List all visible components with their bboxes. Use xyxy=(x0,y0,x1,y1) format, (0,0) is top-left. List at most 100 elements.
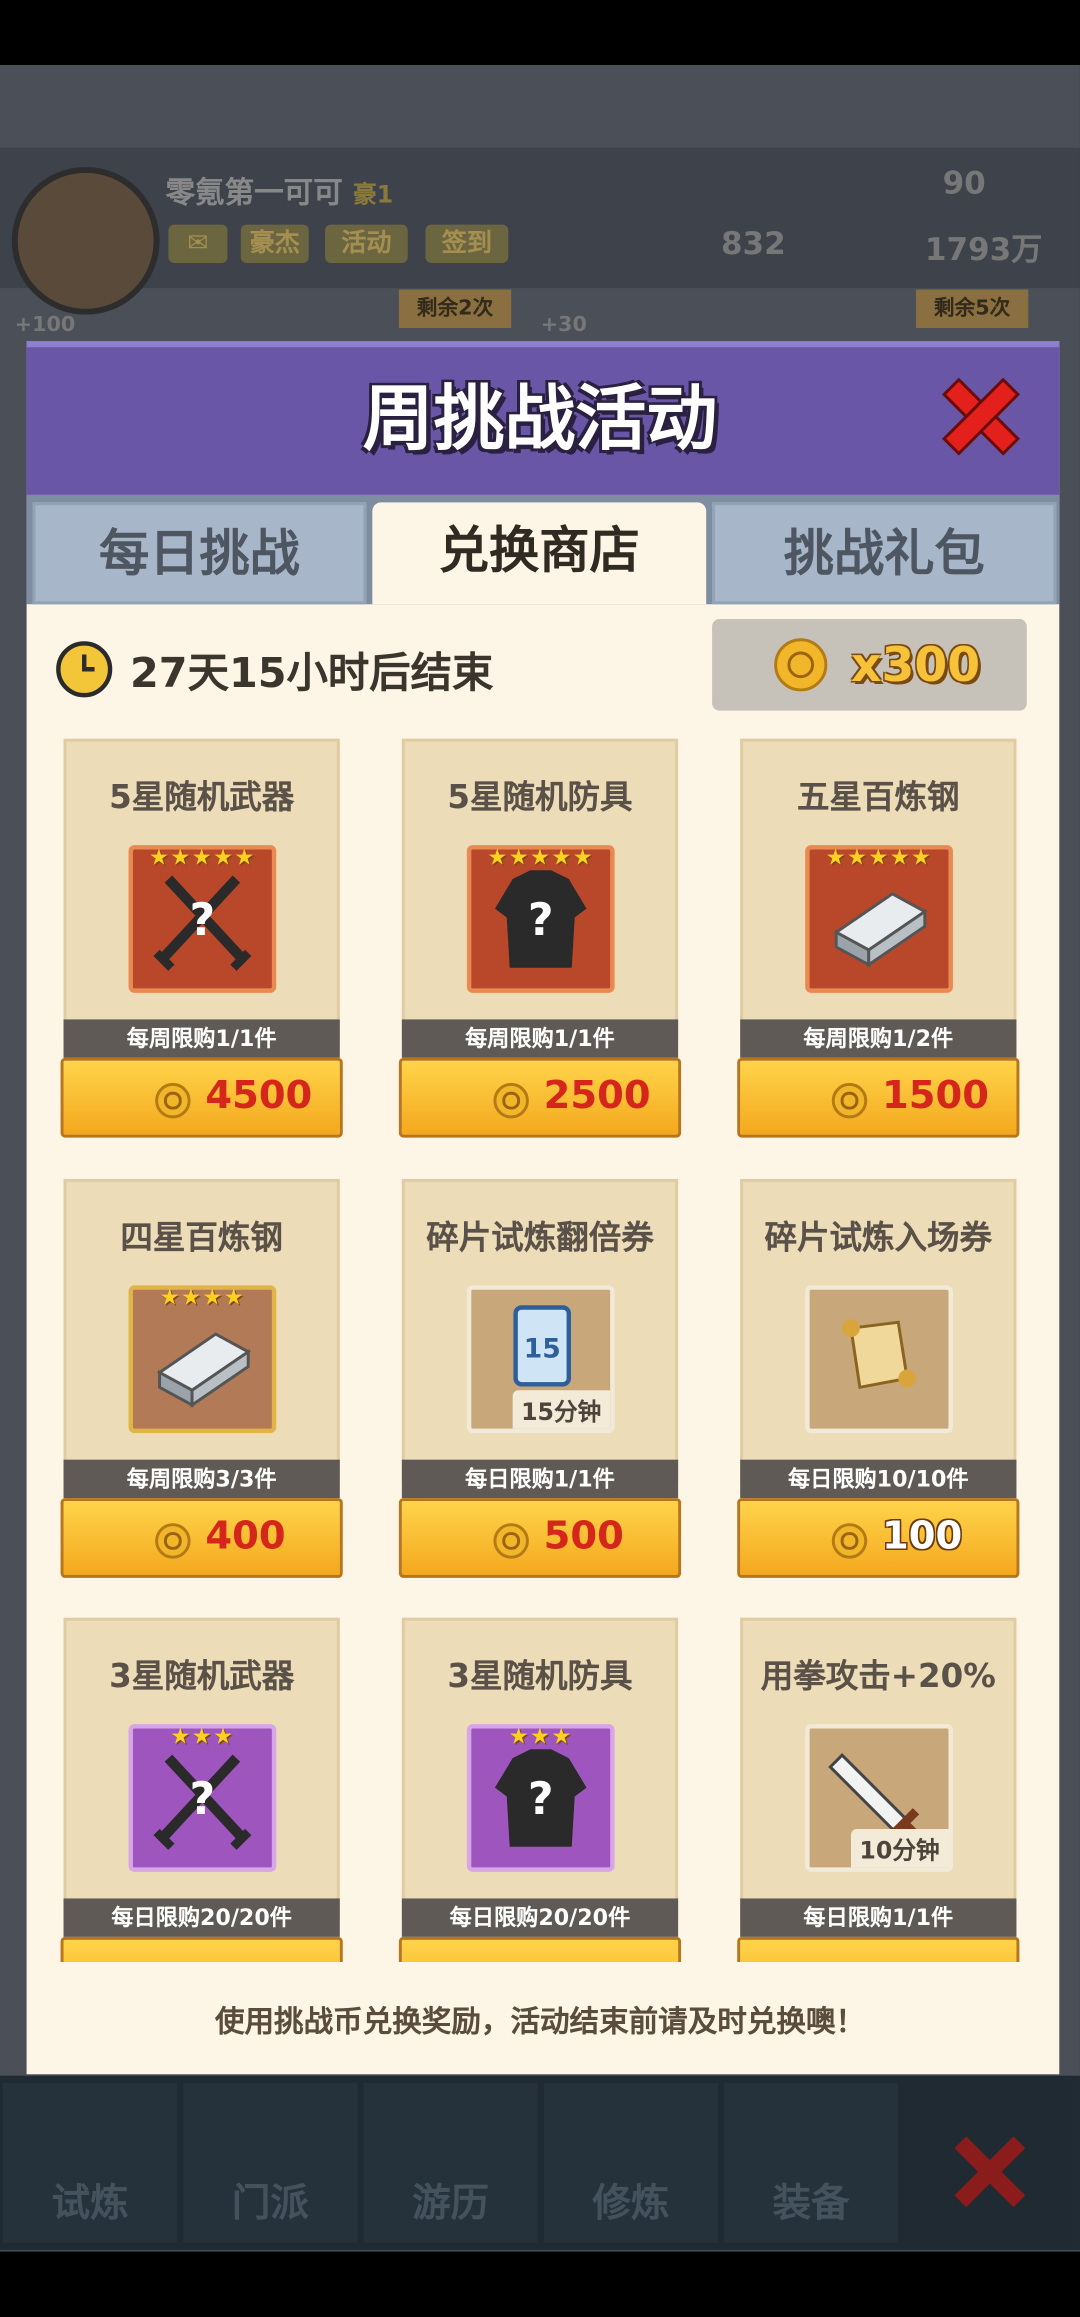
bonus-left: +100 xyxy=(15,313,76,337)
buy-button[interactable]: 100 xyxy=(737,1498,1019,1578)
steel-ingot-icon: ★★★★ xyxy=(129,1285,277,1433)
purchase-limit: 每日限购20/20件 xyxy=(402,1898,678,1936)
signin-button: 签到 xyxy=(425,225,508,263)
shop-item-card[interactable]: 3星随机防具?★★★每日限购20/20件 xyxy=(399,1618,681,1962)
armor-question-icon: ? ★★★ xyxy=(467,1724,615,1872)
buy-button[interactable]: 2500 xyxy=(399,1058,681,1138)
crossed-swords-question-icon: ? ★★★ xyxy=(129,1724,277,1872)
shop-item-card[interactable]: 碎片试炼入场券每日限购10/10件 100 xyxy=(737,1179,1019,1581)
shop-item-card[interactable]: 5星随机防具? ★★★★★ 每周限购1/1件 2500 xyxy=(399,739,681,1141)
star-rating: ★★★★★ xyxy=(471,844,610,871)
scroll-ticket-icon xyxy=(805,1285,953,1433)
coin-balance: x300 xyxy=(851,637,980,693)
nav-travel: 游历 xyxy=(363,2083,537,2243)
purchase-limit: 每日限购20/20件 xyxy=(64,1898,340,1936)
star-rating: ★★★★★ xyxy=(133,844,272,871)
svg-text:15: 15 xyxy=(524,1334,561,1365)
buy-button[interactable]: 500 xyxy=(399,1498,681,1578)
purchase-limit: 每周限购1/2件 xyxy=(740,1019,1016,1057)
item-name: 四星百炼钢 xyxy=(61,1211,343,1258)
svg-text:?: ? xyxy=(190,1774,216,1825)
remaining-right: 剩余5次 xyxy=(916,290,1028,328)
tab-challenge-pack[interactable]: 挑战礼包 xyxy=(712,502,1056,604)
purchase-limit: 每日限购1/1件 xyxy=(402,1460,678,1498)
star-rating: ★★★★ xyxy=(133,1284,272,1311)
hero-button: 豪杰 xyxy=(241,225,309,263)
shop-item-card[interactable]: 五星百炼钢 ★★★★★ 每周限购1/2件 1500 xyxy=(737,739,1019,1141)
shop-grid: 5星随机武器? ★★★★★ 每周限购1/1件 4500 5星随机防具? ★★★★★ 每周限购… xyxy=(27,724,1060,1962)
svg-text:?: ? xyxy=(190,895,216,946)
buy-button[interactable] xyxy=(399,1937,681,1962)
item-price: 500 xyxy=(544,1514,624,1558)
remaining-left: 剩余2次 xyxy=(399,290,511,328)
shop-item-card[interactable]: 碎片试炼翻倍券 15 15分钟每日限购1/1件 500 xyxy=(399,1179,681,1581)
challenge-coin-icon xyxy=(493,1083,528,1118)
item-duration: 10分钟 xyxy=(851,1829,949,1867)
item-price: 2500 xyxy=(544,1074,651,1118)
challenge-coin-icon xyxy=(774,638,827,691)
buy-button[interactable] xyxy=(61,1937,343,1962)
footer-hint: 使用挑战币兑换奖励，活动结束前请及时兑换噢！ xyxy=(0,1997,1080,2040)
bonus-mid: +30 xyxy=(541,313,587,337)
item-price: 400 xyxy=(205,1514,285,1558)
challenge-coin-icon xyxy=(832,1083,867,1118)
item-price: 1500 xyxy=(882,1074,989,1118)
nav-equipment: 装备 xyxy=(724,2083,898,2243)
star-rating: ★★★ xyxy=(471,1723,610,1750)
double-ticket-icon: 15 15分钟 xyxy=(467,1285,615,1433)
mail-icon: ✉ xyxy=(168,225,227,263)
event-timer: 27天15小时后结束 xyxy=(130,641,493,700)
buy-button[interactable]: 1500 xyxy=(737,1058,1019,1138)
tab-daily-challenge[interactable]: 每日挑战 xyxy=(33,502,367,604)
shop-item-card[interactable]: 5星随机武器? ★★★★★ 每周限购1/1件 4500 xyxy=(61,739,343,1141)
player-bar xyxy=(0,148,1080,288)
purchase-limit: 每日限购1/1件 xyxy=(740,1898,1016,1936)
purchase-limit: 每周限购1/1件 xyxy=(402,1019,678,1057)
crossed-swords-question-icon: ? ★★★★★ xyxy=(129,845,277,993)
challenge-coin-icon xyxy=(493,1523,528,1558)
buy-button[interactable]: 4500 xyxy=(61,1058,343,1138)
item-name: 5星随机防具 xyxy=(399,771,681,818)
shop-item-card[interactable]: 四星百炼钢 ★★★★ 每周限购3/3件 400 xyxy=(61,1179,343,1581)
close-icon[interactable] xyxy=(938,374,1024,460)
buy-button[interactable]: 400 xyxy=(61,1498,343,1578)
nav-close-icon xyxy=(946,2127,1035,2216)
item-name: 3星随机武器 xyxy=(61,1650,343,1697)
item-name: 五星百炼钢 xyxy=(737,771,1019,818)
nav-cultivate: 修炼 xyxy=(544,2083,718,2243)
challenge-coin-icon xyxy=(832,1523,867,1558)
item-duration: 15分钟 xyxy=(512,1390,610,1428)
purchase-limit: 每周限购3/3件 xyxy=(64,1460,340,1498)
purchase-limit: 每周限购1/1件 xyxy=(64,1019,340,1057)
avatar xyxy=(12,167,160,315)
item-price: 100 xyxy=(882,1514,962,1558)
token-count: 832 xyxy=(721,226,786,261)
sword-buff-icon: 10分钟 xyxy=(805,1724,953,1872)
star-rating: ★★★★★ xyxy=(810,844,949,871)
star-rating: ★★★ xyxy=(133,1723,272,1750)
gem-count: 90 xyxy=(943,165,986,200)
player-name: 零氪第一可可 豪1 xyxy=(165,168,393,211)
item-name: 碎片试炼入场券 xyxy=(737,1211,1019,1258)
modal-title: 周挑战活动 xyxy=(0,360,1080,463)
steel-ingot-icon: ★★★★★ xyxy=(805,845,953,993)
svg-text:?: ? xyxy=(528,1774,554,1825)
nav-trial: 试炼 xyxy=(3,2083,177,2243)
nav-sect: 门派 xyxy=(183,2083,357,2243)
challenge-coin-icon xyxy=(155,1083,190,1118)
shop-item-card[interactable]: 用拳攻击+20% 10分钟每日限购1/1件 xyxy=(737,1618,1019,1962)
item-price: 4500 xyxy=(205,1074,312,1118)
purchase-limit: 每日限购10/10件 xyxy=(740,1460,1016,1498)
item-name: 碎片试炼翻倍券 xyxy=(399,1211,681,1258)
gold-count: 1793万 xyxy=(925,226,1042,270)
item-name: 用拳攻击+20% xyxy=(737,1650,1019,1697)
clock-icon xyxy=(56,641,112,697)
activity-button: 活动 xyxy=(325,225,408,263)
svg-text:?: ? xyxy=(528,895,554,946)
armor-question-icon: ? ★★★★★ xyxy=(467,845,615,993)
tab-exchange-shop[interactable]: 兑换商店 xyxy=(372,502,706,604)
challenge-coin-icon xyxy=(155,1523,190,1558)
shop-item-card[interactable]: 3星随机武器? ★★★ 每日限购20/20件 xyxy=(61,1618,343,1962)
item-name: 5星随机武器 xyxy=(61,771,343,818)
buy-button[interactable] xyxy=(737,1937,1019,1962)
